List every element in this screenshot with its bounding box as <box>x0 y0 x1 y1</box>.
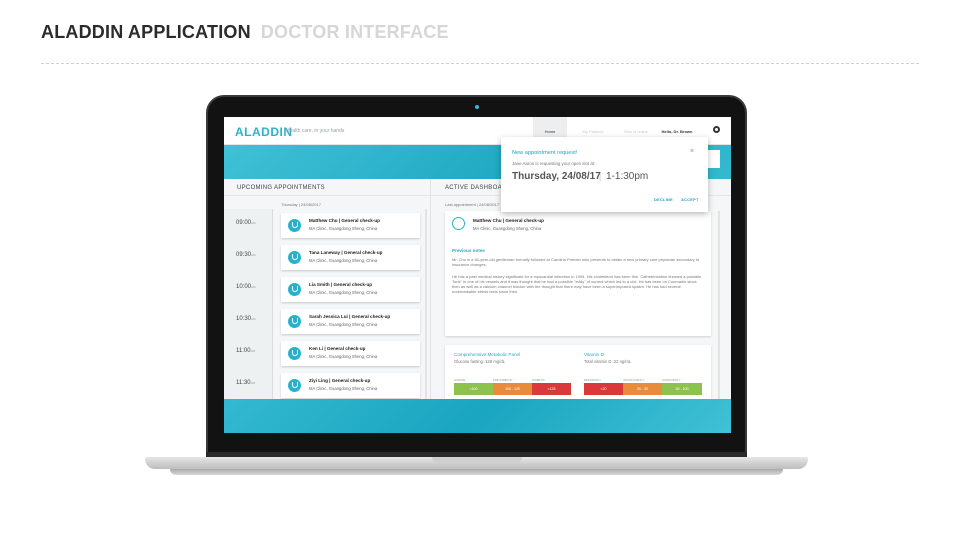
range-segment: 100 - 125 <box>493 383 532 395</box>
close-icon[interactable]: × <box>690 148 694 155</box>
appointment-name: Tana Laneway | General check-up <box>309 250 383 255</box>
popup-date: Thursday, 24/08/17 <box>512 171 601 182</box>
range-label: NORMAL <box>454 378 466 382</box>
stethoscope-icon <box>288 251 301 264</box>
range-segment: <100 <box>454 383 493 395</box>
slide: ALADDIN APPLICATION DOCTOR INTERFACE ALAD… <box>0 0 960 540</box>
popup-separator: | <box>599 173 602 182</box>
appointment-name: Ziyi Ling | General check-up <box>309 378 371 383</box>
notes-title: Previous notes <box>452 248 485 253</box>
app-logo[interactable]: ALADDIN <box>235 125 293 139</box>
range-segment: >125 <box>532 383 571 395</box>
note-paragraph: He has a past medical history significan… <box>452 274 702 294</box>
footer-band <box>224 399 731 433</box>
scrollbar-left[interactable] <box>425 209 427 399</box>
slide-title-main: ALADDIN APPLICATION <box>41 22 251 42</box>
stethoscope-icon <box>452 217 465 230</box>
timeline <box>272 209 273 399</box>
appointment-name: Lia Smith | General check-up <box>309 282 373 287</box>
range-label: PRE-DIABETIC <box>493 378 513 382</box>
patient-notes-card: Matthew Chu | General check-up MA Clinic… <box>445 211 711 336</box>
appointment-card[interactable]: Lia Smith | General check-up MA Clinic, … <box>281 277 420 302</box>
dashed-divider <box>41 63 919 64</box>
popup-title: New appointment request! <box>512 150 578 156</box>
lab-results-card: Comprehensive Metabolic Panel Glucose fa… <box>445 345 711 405</box>
appointment-location: MA Clinic, Guangdong Sheng, China <box>309 354 378 359</box>
stethoscope-icon <box>288 283 301 296</box>
lab-value: Glucose fasting: 128 mg/dL <box>454 359 505 364</box>
stethoscope-icon <box>288 315 301 328</box>
range-label: INSUFFICIENCY <box>623 378 645 382</box>
popup-message: Jane Aaron is requesting your open slot … <box>512 161 596 166</box>
appointment-location: MA Clinic, Guangdong Sheng, China <box>309 226 378 231</box>
decline-button[interactable]: DECLINE <box>654 197 673 202</box>
gear-icon[interactable] <box>713 126 720 133</box>
appointment-card[interactable]: Ziyi Ling | General check-up MA Clinic, … <box>281 373 420 398</box>
time-slot: 10:30AM <box>236 316 256 322</box>
range-label: DEFICIENCY <box>584 378 601 382</box>
range-segment: 30 - 100 <box>662 383 702 395</box>
time-slot: 09:00AM <box>236 220 256 226</box>
popup-time: 1-1:30pm <box>606 171 649 182</box>
appointment-card[interactable]: Ken Li | General check-up MA Clinic, Gua… <box>281 341 420 366</box>
patient-name: Matthew Chu | General check-up <box>473 218 544 223</box>
time-column <box>224 209 272 399</box>
appointment-name: Sarah Jessica Lui | General check-up <box>309 314 391 319</box>
laptop-notch <box>432 457 522 464</box>
slide-title: ALADDIN APPLICATION DOCTOR INTERFACE <box>41 22 449 43</box>
stethoscope-icon <box>288 219 301 232</box>
range-segment: <20 <box>584 383 623 395</box>
stethoscope-icon <box>288 379 301 392</box>
appointment-request-popup: New appointment request! × Jane Aaron is… <box>501 137 708 212</box>
appointment-location: MA Clinic, Guangdong Sheng, China <box>309 386 378 391</box>
upcoming-title: UPCOMING APPOINTMENTS <box>237 185 325 191</box>
appointment-name: Matthew Chu | General check-up <box>309 218 380 223</box>
accept-button[interactable]: ACCEPT <box>681 197 699 202</box>
lab-value: Total vitamin D: 22 ng/mL <box>584 359 632 364</box>
camera-icon <box>475 105 479 109</box>
lab-title: Vitamin D <box>584 352 604 357</box>
time-slot: 09:30AM <box>236 252 256 258</box>
appointment-location: MA Clinic, Guangdong Sheng, China <box>309 322 378 327</box>
time-slot: 11:30AM <box>236 380 256 386</box>
appointment-location: MA Clinic, Guangdong Sheng, China <box>309 290 378 295</box>
column-divider <box>430 179 431 399</box>
appointment-location: MA Clinic, Guangdong Sheng, China <box>309 258 378 263</box>
range-segment: 20 - 30 <box>623 383 662 395</box>
laptop-screen: ALADDIN Health care, in your hands Home … <box>224 117 731 433</box>
last-appointment-label: Last appointment | 24/08/2017 <box>445 202 499 207</box>
range-label: DIABETIC <box>532 378 545 382</box>
slide-title-sub: DOCTOR INTERFACE <box>260 22 449 42</box>
time-slot: 10:00AM <box>236 284 256 290</box>
range-label: SUFFICIENCY <box>662 378 681 382</box>
appointment-card[interactable]: Sarah Jessica Lui | General check-up MA … <box>281 309 420 334</box>
time-slot: 11:00AM <box>236 348 256 354</box>
stethoscope-icon <box>288 347 301 360</box>
day-label: Thursday | 24/08/2017 <box>281 202 321 207</box>
appointment-card[interactable]: Matthew Chu | General check-up MA Clinic… <box>281 213 420 238</box>
app-tagline: Health care, in your hands <box>286 128 345 134</box>
appointment-card[interactable]: Tana Laneway | General check-up MA Clini… <box>281 245 420 270</box>
patient-location: MA Clinic, Guangdong Sheng, China <box>473 226 542 231</box>
lab-title: Comprehensive Metabolic Panel <box>454 352 521 357</box>
note-paragraph: Mr. Chu is a 55-year-old gentleman forma… <box>452 257 700 267</box>
scrollbar-right[interactable] <box>718 211 720 399</box>
appointment-name: Ken Li | General check-up <box>309 346 366 351</box>
laptop-base-bottom <box>170 469 783 475</box>
